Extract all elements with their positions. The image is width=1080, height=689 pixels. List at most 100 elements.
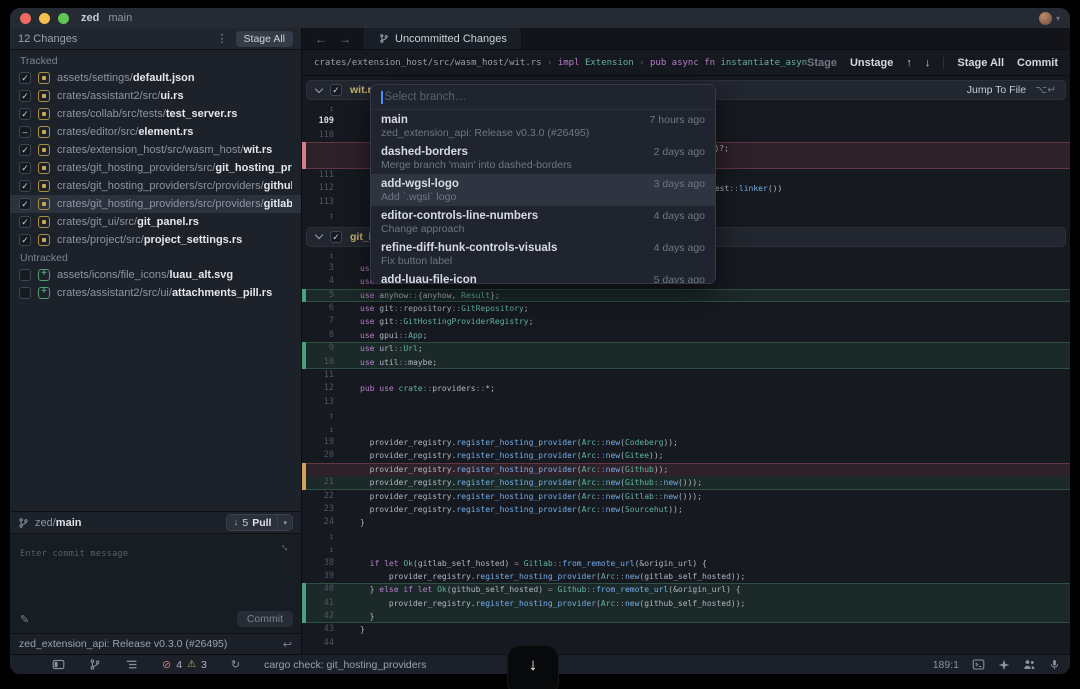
- branch-search-input[interactable]: Select branch…: [371, 85, 715, 110]
- file-row[interactable]: ✓crates/git_ui/src/git_panel.rs: [10, 213, 301, 231]
- file-row[interactable]: assets/icons/file_icons/luau_alt.svg: [10, 266, 301, 284]
- expand-editor-icon[interactable]: ↔: [277, 539, 293, 555]
- code-line[interactable]: 6use git::repository::GitRepository;: [302, 302, 1070, 315]
- file-row[interactable]: ✓crates/project/src/project_settings.rs: [10, 231, 301, 249]
- code-line[interactable]: 13: [302, 396, 1070, 409]
- code-line[interactable]: 39 provider_registry.register_hosting_pr…: [302, 570, 1070, 583]
- code-line[interactable]: 5use anyhow::{anyhow, Result};: [302, 289, 1070, 302]
- jump-to-file-button[interactable]: Jump To File⌥↵: [967, 84, 1056, 96]
- code-line[interactable]: 19 provider_registry.register_hosting_pr…: [302, 436, 1070, 449]
- file-stage-checkbox[interactable]: ✓: [330, 231, 342, 243]
- file-row[interactable]: ✓crates/collab/src/tests/test_server.rs: [10, 105, 301, 123]
- code-line[interactable]: 7use git::GitHostingProviderRegistry;: [302, 315, 1070, 328]
- code-line[interactable]: 8use gpui::App;: [302, 329, 1070, 342]
- code-line[interactable]: ↥: [302, 423, 1070, 436]
- file-row[interactable]: ✓crates/git_hosting_providers/src/git_ho…: [10, 159, 301, 177]
- titlebar-branch[interactable]: main: [108, 12, 132, 24]
- code-line[interactable]: 10use util::maybe;: [302, 356, 1070, 369]
- zoom-window-button[interactable]: [58, 13, 69, 24]
- back-button[interactable]: ←: [315, 32, 327, 46]
- prev-hunk-button[interactable]: ↑: [906, 57, 912, 69]
- file-row[interactable]: ✓crates/assistant2/src/ui.rs: [10, 87, 301, 105]
- commit-message-editor[interactable]: Enter commit message ↔ ✎ Commit: [10, 533, 301, 633]
- terminal-icon[interactable]: [972, 658, 985, 671]
- code-line[interactable]: 23 provider_registry.register_hosting_pr…: [302, 503, 1070, 516]
- file-checkbox[interactable]: –: [19, 126, 31, 138]
- chevron-down-icon[interactable]: [315, 231, 323, 239]
- code-line[interactable]: 41 provider_registry.register_hosting_pr…: [302, 597, 1070, 610]
- tab-uncommitted-changes[interactable]: Uncommitted Changes: [365, 28, 522, 49]
- cursor-position[interactable]: 189:1: [933, 659, 959, 671]
- code-line[interactable]: 40 } else if let Ok(github_self_hosted) …: [302, 583, 1070, 596]
- scroll-down-button[interactable]: ↓: [507, 645, 559, 689]
- code-line[interactable]: 12pub use crate::providers::*;: [302, 382, 1070, 395]
- file-checkbox[interactable]: ✓: [19, 162, 31, 174]
- file-row[interactable]: ✓assets/settings/default.json: [10, 69, 301, 87]
- microphone-icon[interactable]: [1049, 658, 1060, 671]
- code-line[interactable]: 44: [302, 637, 1070, 650]
- last-commit-row[interactable]: zed_extension_api: Release v0.3.0 (#2649…: [10, 633, 301, 654]
- code-line[interactable]: 43}: [302, 623, 1070, 636]
- close-window-button[interactable]: [20, 13, 31, 24]
- collaboration-icon[interactable]: [1023, 658, 1036, 671]
- file-checkbox[interactable]: ✓: [19, 90, 31, 102]
- code-line[interactable]: 20 provider_registry.register_hosting_pr…: [302, 449, 1070, 462]
- project-name[interactable]: zed: [81, 12, 99, 24]
- file-checkbox[interactable]: [19, 287, 31, 299]
- code-line[interactable]: ↧: [302, 409, 1070, 422]
- panel-commit-button[interactable]: Commit: [237, 611, 293, 627]
- current-branch[interactable]: zed/main: [35, 517, 81, 529]
- code-line[interactable]: 22 provider_registry.register_hosting_pr…: [302, 490, 1070, 503]
- forward-button[interactable]: →: [339, 32, 351, 46]
- branch-row[interactable]: zed/main ↓ 5 Pull ▾: [10, 511, 301, 533]
- next-hunk-button[interactable]: ↓: [925, 57, 931, 69]
- stage-button[interactable]: Stage: [807, 57, 837, 69]
- branch-item[interactable]: editor-controls-line-numbers4 days agoCh…: [371, 206, 715, 238]
- branch-item[interactable]: add-wgsl-logo3 days agoAdd `.wgsl` logo: [371, 174, 715, 206]
- minimize-window-button[interactable]: [39, 13, 50, 24]
- file-checkbox[interactable]: ✓: [19, 72, 31, 84]
- titlebar[interactable]: zed main ▾: [10, 8, 1070, 28]
- chevron-down-icon[interactable]: ▾: [1056, 14, 1060, 23]
- code-line[interactable]: 24}: [302, 516, 1070, 529]
- file-checkbox[interactable]: ✓: [19, 144, 31, 156]
- code-line[interactable]: ↥: [302, 543, 1070, 556]
- code-line[interactable]: provider_registry.register_hosting_provi…: [302, 463, 1070, 476]
- branch-item[interactable]: main7 hours agozed_extension_api: Releas…: [371, 110, 715, 142]
- file-row[interactable]: ✓crates/extension_host/src/wasm_host/wit…: [10, 141, 301, 159]
- code-line[interactable]: [302, 650, 1070, 654]
- code-line[interactable]: 11: [302, 369, 1070, 382]
- branch-item[interactable]: refine-diff-hunk-controls-visuals4 days …: [371, 238, 715, 270]
- avatar[interactable]: [1039, 12, 1052, 25]
- file-checkbox[interactable]: ✓: [19, 216, 31, 228]
- file-checkbox[interactable]: ✓: [19, 180, 31, 192]
- commit-button[interactable]: Commit: [1017, 57, 1058, 69]
- undo-commit-icon[interactable]: ↩: [283, 638, 292, 651]
- file-checkbox[interactable]: [19, 269, 31, 281]
- code-line[interactable]: 9use url::Url;: [302, 342, 1070, 355]
- outline-icon[interactable]: [125, 658, 138, 671]
- unstage-button[interactable]: Unstage: [850, 57, 893, 69]
- pull-button[interactable]: ↓ 5 Pull ▾: [226, 514, 293, 531]
- file-checkbox[interactable]: ✓: [19, 198, 31, 210]
- file-row[interactable]: crates/assistant2/src/ui/attachments_pil…: [10, 284, 301, 302]
- code-line[interactable]: 38 if let Ok(gitlab_self_hosted) = Gitla…: [302, 557, 1070, 570]
- breadcrumb[interactable]: crates/extension_host/src/wasm_host/wit.…: [314, 58, 807, 68]
- file-checkbox[interactable]: ✓: [19, 234, 31, 246]
- file-checkbox[interactable]: ✓: [19, 108, 31, 120]
- file-stage-checkbox[interactable]: ✓: [330, 84, 342, 96]
- diagnostics-summary[interactable]: ⊘ 4 ⚠ 3: [162, 658, 207, 671]
- assistant-sparkle-icon[interactable]: [998, 659, 1010, 671]
- file-row[interactable]: –crates/editor/src/element.rs: [10, 123, 301, 141]
- file-row[interactable]: ✓crates/git_hosting_providers/src/provid…: [10, 177, 301, 195]
- file-row[interactable]: ✓crates/git_hosting_providers/src/provid…: [10, 195, 301, 213]
- code-line[interactable]: 42 }: [302, 610, 1070, 623]
- stage-all-button[interactable]: Stage All: [957, 57, 1004, 69]
- more-options-icon[interactable]: ⋮: [213, 32, 232, 45]
- branch-item[interactable]: add-luau-file-icon5 days ago: [371, 270, 715, 284]
- code-line[interactable]: 21 provider_registry.register_hosting_pr…: [302, 476, 1070, 489]
- chevron-down-icon[interactable]: ▾: [277, 515, 292, 530]
- branch-item[interactable]: dashed-borders2 days agoMerge branch 'ma…: [371, 142, 715, 174]
- chevron-down-icon[interactable]: [315, 84, 323, 92]
- toggle-left-dock-icon[interactable]: [52, 658, 65, 671]
